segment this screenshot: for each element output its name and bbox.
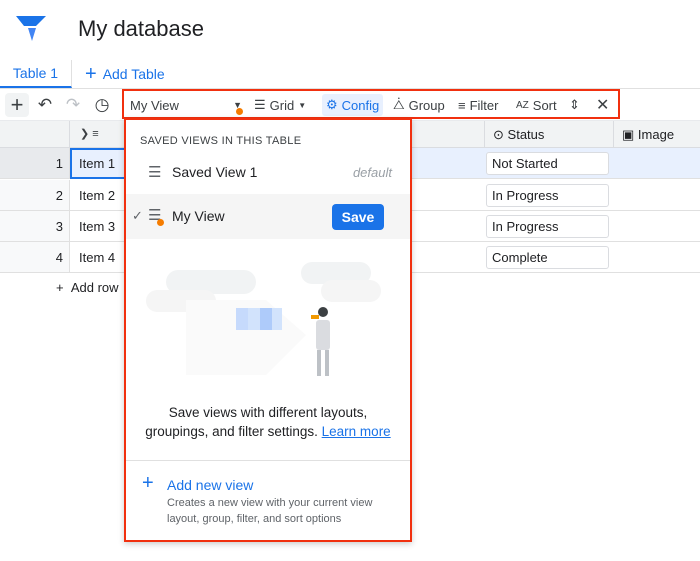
column-header-image[interactable]: ▣ Image	[622, 121, 674, 148]
history-icon[interactable]: ◷	[90, 93, 114, 117]
status-chip[interactable]: Not Started	[486, 152, 609, 175]
gear-icon: ⚙	[326, 97, 338, 112]
status-chip[interactable]: In Progress	[486, 215, 609, 238]
plus-icon: +	[142, 472, 154, 494]
add-row-button[interactable]: + Add row	[56, 280, 119, 295]
row-height-icon[interactable]: ⇕	[569, 94, 580, 116]
dropdown-arrow-icon: ▼	[233, 100, 244, 115]
empty-state-illustration	[146, 262, 381, 376]
list-icon: ☰	[148, 164, 162, 181]
add-table-button[interactable]: + Add Table	[85, 60, 165, 88]
group-icon: ⧊	[393, 97, 405, 112]
tab-table-1[interactable]: Table 1	[0, 60, 72, 88]
saved-views-popup: SAVED VIEWS IN THIS TABLE ☰ Saved View 1…	[124, 118, 412, 542]
saved-view-item-active[interactable]: ✓ ☰ My View Save	[126, 194, 410, 239]
status-chip[interactable]: In Progress	[486, 184, 609, 207]
redo-icon[interactable]: ↷	[61, 93, 85, 117]
app-logo	[16, 16, 46, 41]
save-button[interactable]: Save	[332, 204, 384, 230]
filter-icon: ≡	[458, 97, 466, 113]
grid-button[interactable]: ☰ Grid ▼	[254, 94, 306, 116]
column-header-status[interactable]: ⊙ Status	[484, 121, 614, 147]
grid-icon: ☰	[254, 97, 266, 112]
saved-view-item[interactable]: ☰ Saved View 1 default	[126, 158, 410, 186]
page-title: My database	[78, 16, 204, 41]
add-new-view-button[interactable]: + Add new view Creates a new view with y…	[126, 470, 410, 530]
sort-button[interactable]: AZ Sort	[516, 94, 557, 116]
plus-icon: +	[85, 62, 97, 85]
check-icon: ✓	[132, 208, 143, 223]
add-icon[interactable]: +	[5, 92, 29, 117]
dropdown-circle-icon: ⊙	[493, 127, 504, 142]
divider	[126, 460, 410, 461]
dropdown-arrow-icon: ▼	[298, 100, 307, 110]
filter-button[interactable]: ≡ Filter	[458, 94, 498, 116]
close-icon[interactable]: ✕	[596, 94, 609, 116]
image-icon: ▣	[622, 127, 635, 142]
status-chip[interactable]: Complete	[486, 246, 609, 269]
config-button[interactable]: ⚙ Config	[322, 94, 384, 116]
learn-more-link[interactable]: Learn more	[322, 424, 391, 439]
popup-heading: SAVED VIEWS IN THIS TABLE	[140, 135, 302, 147]
view-select[interactable]: My View ▼	[130, 94, 244, 116]
unsaved-dot	[157, 219, 164, 226]
collapse-icon[interactable]: ❯ ≡	[80, 127, 99, 140]
undo-icon[interactable]: ↶	[33, 93, 57, 117]
group-button[interactable]: ⧊ Group	[393, 94, 445, 116]
empty-state-text: Save views with different layouts, group…	[145, 405, 391, 439]
sort-az-icon: AZ	[516, 99, 529, 111]
